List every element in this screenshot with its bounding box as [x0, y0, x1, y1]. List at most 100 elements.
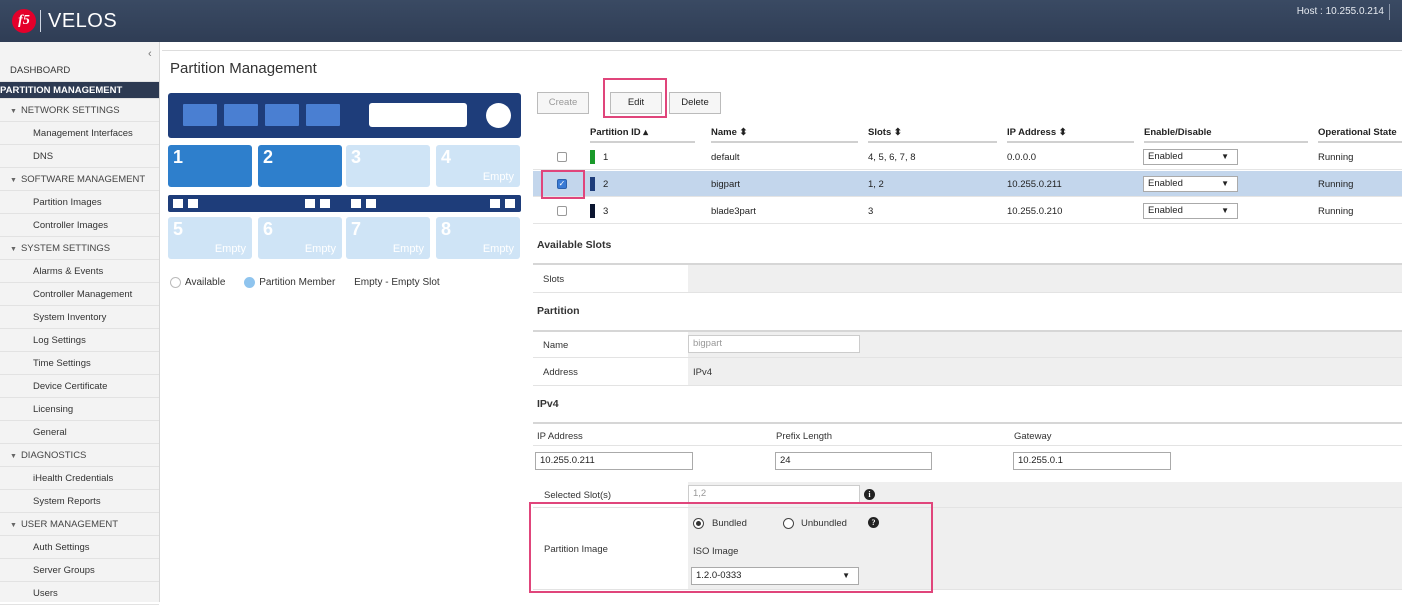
- sidebar-item-network-settings[interactable]: ▼ NETWORK SETTINGS: [0, 99, 159, 122]
- slot-tile-1[interactable]: 1: [168, 145, 252, 187]
- sidebar-item-licensing[interactable]: Licensing: [0, 398, 159, 421]
- sidebar-item-user-management[interactable]: ▼ USER MANAGEMENT: [0, 513, 159, 536]
- state-cell: Running: [1318, 206, 1354, 217]
- sidebar-item-server-groups[interactable]: Server Groups: [0, 559, 159, 582]
- sidebar-item-management-interfaces[interactable]: Management Interfaces: [0, 122, 159, 145]
- sidebar-item-ihealth-credentials[interactable]: iHealth Credentials: [0, 467, 159, 490]
- table-row[interactable]: 3 blade3part 3 10.255.0.210 Running Enabled ▼: [533, 198, 1402, 224]
- sidebar-item-time-settings[interactable]: Time Settings: [0, 352, 159, 375]
- slot-number: 3: [351, 147, 362, 167]
- partition-image-highlight-box: [529, 502, 933, 593]
- create-button[interactable]: Create: [537, 92, 589, 114]
- sidebar-item-label: Server Groups: [33, 565, 95, 576]
- slots-row: Slots: [533, 265, 1402, 293]
- sidebar-item-partition-images[interactable]: Partition Images: [0, 191, 159, 214]
- slot-tile-6[interactable]: 6 Empty: [258, 217, 342, 259]
- col-name[interactable]: Name ⬍: [711, 127, 747, 138]
- slot-tile-5[interactable]: 5 Empty: [168, 217, 252, 259]
- header-underline: [1144, 141, 1308, 143]
- state-cell: Running: [1318, 152, 1354, 163]
- partition-color-swatch: [590, 177, 595, 191]
- slots-cell: 1, 2: [868, 179, 884, 190]
- sidebar-item-label: General: [33, 427, 67, 438]
- enable-disable-select[interactable]: Enabled ▼: [1143, 203, 1238, 219]
- rail-indicator: [305, 199, 315, 208]
- rail-indicator: [490, 199, 500, 208]
- sidebar-item-auth-settings[interactable]: Auth Settings: [0, 536, 159, 559]
- sidebar-item-log-settings[interactable]: Log Settings: [0, 329, 159, 352]
- rail-indicator: [188, 199, 198, 208]
- sidebar-item-controller-images[interactable]: Controller Images: [0, 214, 159, 237]
- sidebar-item-system-inventory[interactable]: System Inventory: [0, 306, 159, 329]
- enable-value: Enabled: [1148, 151, 1183, 162]
- partition-color-swatch: [590, 150, 595, 164]
- sidebar-item-device-certificate[interactable]: Device Certificate: [0, 375, 159, 398]
- partition-id-cell: 3: [603, 206, 609, 217]
- prefix-length-field[interactable]: 24: [775, 452, 932, 470]
- sidebar-item-system-reports[interactable]: System Reports: [0, 490, 159, 513]
- partition-title: Partition: [537, 305, 580, 317]
- slot-number: 4: [441, 147, 452, 167]
- sidebar-item-software-management[interactable]: ▼ SOFTWARE MANAGEMENT: [0, 168, 159, 191]
- delete-button[interactable]: Delete: [669, 92, 721, 114]
- logo-divider: [40, 10, 41, 32]
- sidebar-item-diagnostics[interactable]: ▼ DIAGNOSTICS: [0, 444, 159, 467]
- table-row[interactable]: 1 default 4, 5, 6, 7, 8 0.0.0.0 Running Enabl…: [533, 144, 1402, 170]
- slot-tile-3[interactable]: 3: [346, 145, 430, 187]
- sidebar-item-system-settings[interactable]: ▼ SYSTEM SETTINGS: [0, 237, 159, 260]
- header-underline: [868, 141, 997, 143]
- slots-cell: 4, 5, 6, 7, 8: [868, 152, 916, 163]
- legend-available-label: Available: [185, 277, 226, 288]
- chevron-down-icon: ▼: [1221, 179, 1229, 188]
- slot-tile-4[interactable]: 4 Empty: [436, 145, 520, 187]
- sidebar-item-general[interactable]: General: [0, 421, 159, 444]
- selected-slots-field: 1,2: [688, 485, 860, 503]
- legend-member-label: Partition Member: [259, 277, 336, 288]
- slot-tile-7[interactable]: 7 Empty: [346, 217, 430, 259]
- edit-highlight-box: [603, 78, 667, 118]
- host-divider: [1389, 4, 1390, 20]
- slot-tile-2[interactable]: 2: [258, 145, 342, 187]
- sidebar-item-alarms-events[interactable]: Alarms & Events: [0, 260, 159, 283]
- slots-cell: 3: [868, 206, 874, 217]
- row-checkbox[interactable]: [557, 152, 567, 162]
- gateway-field[interactable]: 10.255.0.1: [1013, 452, 1171, 470]
- available-slots-title: Available Slots: [537, 239, 612, 251]
- sidebar-item-dns[interactable]: DNS: [0, 145, 159, 168]
- row-checkbox[interactable]: [557, 206, 567, 216]
- sidebar-item-label: Management Interfaces: [33, 128, 133, 139]
- ip-address-cell: 10.255.0.211: [1007, 179, 1062, 190]
- sidebar-item-controller-management[interactable]: Controller Management: [0, 283, 159, 306]
- controller-slot: [183, 104, 217, 126]
- col-ip-address[interactable]: IP Address ⬍: [1007, 127, 1067, 138]
- col-slots[interactable]: Slots ⬍: [868, 127, 902, 138]
- enable-disable-select[interactable]: Enabled ▼: [1143, 176, 1238, 192]
- sidebar-item-label: Auth Settings: [33, 542, 90, 553]
- slot-number: 8: [441, 219, 452, 239]
- sidebar-item-label: Licensing: [33, 404, 74, 415]
- slot-number: 1: [173, 147, 184, 167]
- legend-empty-label: Empty - Empty Slot: [354, 277, 440, 288]
- header-underline: [1007, 141, 1134, 143]
- expand-arrow-icon: ▼: [10, 108, 17, 115]
- enable-disable-select[interactable]: Enabled ▼: [1143, 149, 1238, 165]
- sidebar-item-label: Controller Images: [33, 220, 108, 231]
- partition-id-cell: 2: [603, 179, 609, 190]
- ip-address-cell: 0.0.0.0: [1007, 152, 1037, 163]
- sidebar-item-label: USER MANAGEMENT: [20, 519, 119, 530]
- page-title: Partition Management: [170, 60, 317, 77]
- controller-slot: [265, 104, 299, 126]
- top-header: f5 VELOS Host : 10.255.0.214: [0, 0, 1402, 42]
- section-divider: [533, 422, 1402, 424]
- expand-arrow-icon: ▼: [10, 177, 17, 184]
- slot-tile-8[interactable]: 8 Empty: [436, 217, 520, 259]
- info-icon[interactable]: i: [864, 489, 875, 500]
- sidebar-item-dashboard[interactable]: DASHBOARD: [0, 59, 159, 82]
- ip-address-field[interactable]: 10.255.0.211: [535, 452, 693, 470]
- sidebar-item-partition-management[interactable]: PARTITION MANAGEMENT: [0, 82, 159, 99]
- table-row[interactable]: ✓ 2 bigpart 1, 2 10.255.0.211 Running Enabled ▼: [533, 171, 1402, 197]
- name-cell: blade3part: [711, 206, 756, 217]
- col-partition-id[interactable]: Partition ID ▴: [590, 127, 648, 138]
- rail-indicator: [505, 199, 515, 208]
- sidebar-item-label: DIAGNOSTICS: [20, 450, 87, 461]
